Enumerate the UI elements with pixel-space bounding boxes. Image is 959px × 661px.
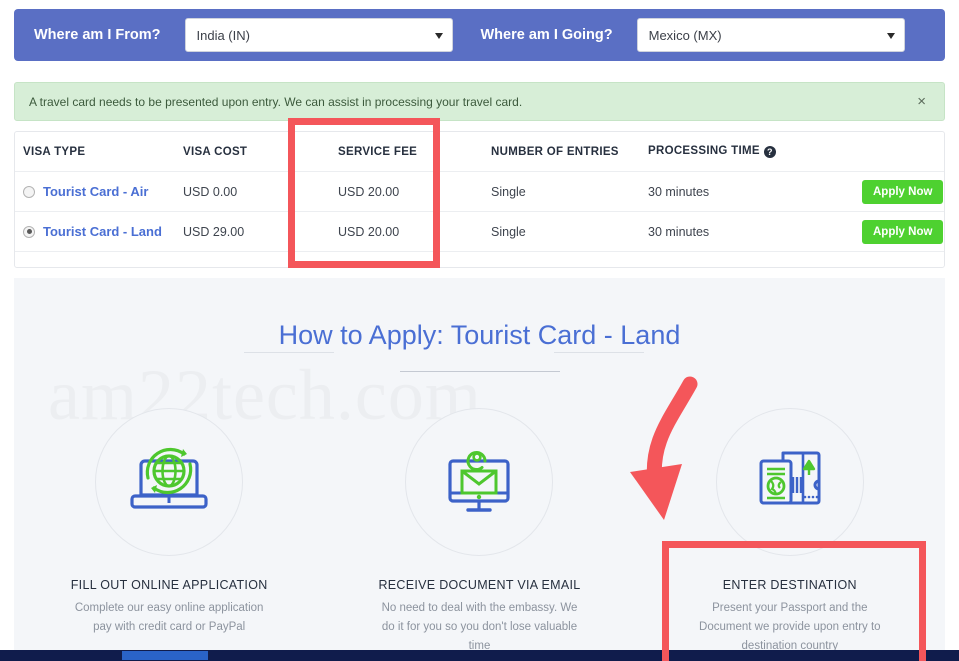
step-description: Present your Passport and the Document w… (685, 599, 895, 653)
visa-type-cell: Tourist Card - Land (23, 224, 183, 239)
visa-cost-cell: USD 0.00 (183, 185, 338, 199)
step-icon-circle (95, 408, 243, 556)
radio-tourist-card-air[interactable] (23, 186, 35, 198)
monitor-email-icon (436, 443, 522, 521)
service-fee-cell: USD 20.00 (338, 225, 491, 239)
step-icon-circle (716, 408, 864, 556)
question-mark-icon[interactable]: ? (764, 146, 776, 158)
step-icon-circle (405, 408, 553, 556)
country-selector-bar: Where am I From? India (IN) Where am I G… (14, 9, 945, 61)
processing-time-cell: 30 minutes (648, 225, 838, 239)
laptop-globe-icon (126, 443, 212, 521)
scrollbar-thumb[interactable] (122, 651, 208, 660)
apply-cell: Apply Now (838, 180, 944, 204)
column-header-service-fee: SERVICE FEE (338, 146, 491, 158)
title-divider (400, 371, 560, 372)
destination-country-dropdown[interactable]: Mexico (MX) (637, 18, 905, 52)
column-header-visa-cost: VISA COST (183, 146, 338, 158)
close-icon[interactable]: × (913, 94, 930, 109)
entries-cell: Single (491, 185, 648, 199)
apply-now-button[interactable]: Apply Now (862, 220, 943, 244)
step-title: ENTER DESTINATION (723, 578, 857, 592)
processing-time-cell: 30 minutes (648, 185, 838, 199)
from-label: Where am I From? (34, 27, 161, 43)
visa-options-table: VISA TYPE VISA COST SERVICE FEE NUMBER O… (14, 131, 945, 268)
table-row: Tourist Card - Land USD 29.00 USD 20.00 … (15, 212, 944, 252)
notice-text: A travel card needs to be presented upon… (29, 95, 913, 109)
apply-now-button[interactable]: Apply Now (862, 180, 943, 204)
origin-country-value: India (IN) (197, 28, 250, 43)
to-label: Where am I Going? (481, 27, 613, 43)
how-to-apply-panel: am22tech.com How to Apply: Tourist Card … (14, 278, 945, 653)
step-connector (244, 352, 334, 353)
page-title: How to Apply: Tourist Card - Land (14, 320, 945, 351)
visa-name-link[interactable]: Tourist Card - Land (43, 224, 162, 239)
steps-row: FILL OUT ONLINE APPLICATION Complete our… (14, 408, 945, 653)
step-title: RECEIVE DOCUMENT VIA EMAIL (378, 578, 580, 592)
column-header-processing-time: PROCESSING TIME? (648, 145, 838, 158)
table-row: Tourist Card - Air USD 0.00 USD 20.00 Si… (15, 172, 944, 212)
destination-country-value: Mexico (MX) (649, 28, 722, 43)
table-header-row: VISA TYPE VISA COST SERVICE FEE NUMBER O… (15, 132, 944, 172)
step-receive-document-via-email: RECEIVE DOCUMENT VIA EMAIL No need to de… (324, 408, 634, 653)
radio-tourist-card-land[interactable] (23, 226, 35, 238)
chevron-down-icon (887, 33, 895, 39)
step-title: FILL OUT ONLINE APPLICATION (71, 578, 268, 592)
column-header-visa-type: VISA TYPE (23, 146, 183, 158)
horizontal-scrollbar[interactable] (0, 650, 959, 661)
service-fee-cell: USD 20.00 (338, 185, 491, 199)
step-description: No need to deal with the embassy. We do … (374, 599, 584, 653)
origin-country-dropdown[interactable]: India (IN) (185, 18, 453, 52)
visa-cost-cell: USD 29.00 (183, 225, 338, 239)
step-connector (554, 352, 644, 353)
visa-name-link[interactable]: Tourist Card - Air (43, 184, 148, 199)
step-fill-out-online-application: FILL OUT ONLINE APPLICATION Complete our… (14, 408, 324, 653)
page-root: Where am I From? India (IN) Where am I G… (0, 0, 959, 661)
processing-time-text: PROCESSING TIME (648, 145, 760, 157)
visa-type-cell: Tourist Card - Air (23, 184, 183, 199)
column-header-number-of-entries: NUMBER OF ENTRIES (491, 146, 648, 158)
step-description: Complete our easy online application pay… (64, 599, 274, 637)
apply-cell: Apply Now (838, 220, 944, 244)
entries-cell: Single (491, 225, 648, 239)
travel-card-notice: A travel card needs to be presented upon… (14, 82, 945, 121)
chevron-down-icon (435, 33, 443, 39)
step-enter-destination: ENTER DESTINATION Present your Passport … (635, 408, 945, 653)
passport-ticket-icon (747, 443, 833, 521)
